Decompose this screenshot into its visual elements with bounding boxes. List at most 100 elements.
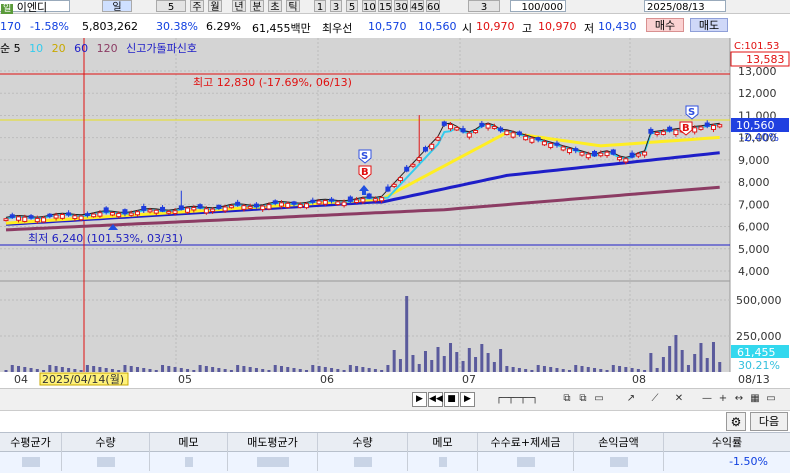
volume-bar — [668, 346, 672, 372]
price-tick: 12,000 — [738, 87, 777, 100]
draw-icon[interactable]: ↗ — [624, 392, 638, 407]
col-header: 메모 — [150, 433, 228, 452]
volume-bar — [355, 366, 359, 372]
period-tick-button[interactable]: 틱 — [286, 0, 300, 13]
sell-button[interactable]: 매도 — [690, 18, 728, 32]
prev-icon[interactable]: ◀◀ — [428, 392, 443, 407]
volume-bar — [586, 367, 590, 372]
stock-chart[interactable]: SBSB 13,00012,00011,00010,0009,0008,0007… — [0, 38, 790, 386]
period-minute-button[interactable]: 분 — [250, 0, 264, 13]
compare-icon[interactable]: ⧉ — [576, 392, 590, 407]
volume-bar — [261, 369, 265, 372]
volume-bar — [680, 350, 684, 372]
tick-5-button[interactable]: 5 — [346, 0, 358, 13]
volume-bar — [42, 370, 46, 372]
arrow-icon[interactable]: ↔ — [732, 392, 746, 407]
cross-icon[interactable]: ✕ — [672, 392, 686, 407]
volume-bar — [367, 368, 371, 372]
minus-icon[interactable]: — — [700, 392, 714, 407]
legend-ma20: 20 — [51, 42, 66, 55]
change-pct: -1.58% — [30, 20, 69, 33]
count-input[interactable]: 100/000 — [510, 0, 566, 13]
play-icon[interactable]: ▶ — [412, 392, 427, 407]
tick-3-button[interactable]: 3 — [330, 0, 342, 13]
stock-name-field[interactable]: 일 이엔디 — [0, 0, 70, 14]
volume-bar — [23, 367, 27, 372]
window-icon[interactable]: ▭ — [592, 392, 606, 407]
tick-15-button[interactable]: 15 — [378, 0, 392, 13]
candle-body — [585, 153, 591, 159]
candle-body — [485, 123, 491, 129]
volume-bar — [705, 358, 709, 372]
count-select[interactable]: 3 — [468, 0, 500, 13]
legend-ma60: 60 — [74, 42, 89, 55]
return-rate: -1.50% — [729, 455, 768, 468]
tick-30-button[interactable]: 30 — [394, 0, 408, 13]
table-row[interactable]: -1.50% — [0, 452, 790, 473]
volume-bar — [279, 366, 283, 372]
buy-button[interactable]: 매수 — [646, 18, 684, 32]
volume-bar — [524, 369, 528, 372]
volume-bar — [104, 368, 108, 372]
stop-icon[interactable]: ■ — [444, 392, 459, 407]
volume-bar — [236, 365, 240, 372]
next-icon[interactable]: ▶ — [460, 392, 475, 407]
interval-select[interactable]: 5 — [156, 0, 186, 13]
tick-60-button[interactable]: 60 — [426, 0, 440, 13]
candle-body — [297, 203, 303, 209]
candle-body — [247, 205, 253, 209]
candle-body — [541, 141, 547, 146]
layout-icon[interactable]: ⧉ — [560, 392, 574, 407]
grid-icon[interactable]: ▦ — [748, 392, 762, 407]
tick-1-button[interactable]: 1 — [314, 0, 326, 13]
candle-body — [360, 198, 366, 203]
top-info-bar: 일 이엔디 일 5 주 월 년 분 초 틱 1 3 5 10 15 30 45 … — [0, 0, 790, 14]
gear-icon[interactable]: ⚙ — [726, 412, 746, 431]
signal-letter: B — [682, 123, 690, 134]
period-week-button[interactable]: 주 — [190, 0, 204, 13]
next-button[interactable]: 다음 — [750, 412, 788, 431]
volume-bar — [342, 370, 346, 372]
candle-body — [241, 205, 247, 210]
candle-body — [441, 121, 447, 126]
period-month-button[interactable]: 월 — [208, 0, 222, 13]
volume-bar — [574, 365, 578, 372]
volume-bar — [123, 365, 127, 372]
scroll-slider[interactable]: ┌─┬─┬─┐ — [482, 392, 552, 407]
volume-bar — [542, 366, 546, 372]
volume-bar — [530, 370, 534, 372]
candle-body — [610, 149, 616, 155]
volume-bar — [311, 365, 315, 372]
candle-body — [635, 153, 641, 157]
volume-bar — [480, 344, 484, 372]
candle-body — [103, 207, 109, 213]
period-year-button[interactable]: 년 — [232, 0, 246, 13]
tick-45-button[interactable]: 45 — [410, 0, 424, 13]
screen-icon[interactable]: ▭ — [764, 392, 778, 407]
daily-button[interactable]: 일 — [102, 0, 132, 13]
volume-bar — [10, 365, 14, 372]
legend-ma120: 120 — [96, 42, 118, 55]
table-cell — [478, 452, 574, 471]
candle-body — [160, 206, 166, 212]
candle-body — [329, 198, 335, 202]
candle-body — [717, 124, 723, 128]
candle-body — [16, 216, 22, 221]
candle-body — [203, 208, 209, 214]
plus-icon[interactable]: + — [716, 392, 730, 407]
candle-body — [347, 196, 353, 202]
candle-body — [210, 208, 216, 212]
tick-10-button[interactable]: 10 — [362, 0, 376, 13]
col-header: 수수료+제세금 — [478, 433, 574, 452]
volume-bar — [117, 370, 121, 372]
candle-body — [516, 131, 522, 136]
candle-body — [216, 204, 222, 209]
candle-body — [122, 209, 128, 215]
low-value: 10,430 — [598, 20, 637, 33]
candle-body — [704, 122, 710, 127]
candle-body — [178, 205, 184, 210]
zigzag-icon[interactable]: ⟋ — [648, 392, 662, 407]
period-second-button[interactable]: 초 — [268, 0, 282, 13]
date-input[interactable]: 2025/08/13 — [644, 0, 726, 13]
candle-body — [141, 205, 147, 211]
